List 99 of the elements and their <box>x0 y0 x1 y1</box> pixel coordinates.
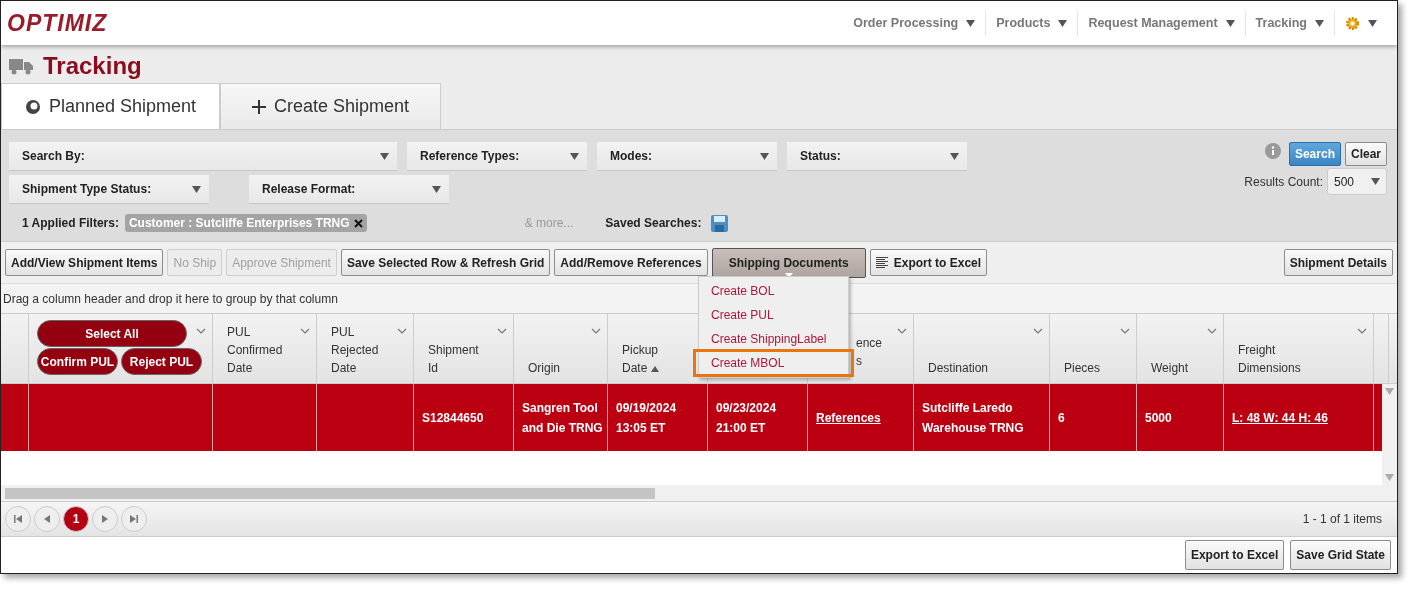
table-cell-text: 09/19/2024 13:05 ET <box>616 399 677 437</box>
tab[interactable]: Planned Shipment <box>1 83 220 129</box>
caret-icon <box>192 185 201 193</box>
caret-icon <box>1385 388 1394 395</box>
saved-searches-label: Saved Searches: <box>605 216 702 230</box>
caret-icon <box>1225 19 1235 27</box>
chevron-icon[interactable] <box>1033 328 1043 334</box>
column-header[interactable]: Freight Dimensions <box>1238 341 1301 377</box>
toolbar-button[interactable]: Add/View Shipment Items <box>5 249 164 276</box>
toolbar-button[interactable]: Save Selected Row & Refresh Grid <box>340 249 551 276</box>
page-title: Tracking <box>43 52 142 80</box>
filter-dropdown[interactable]: Release Format: <box>249 175 449 204</box>
pager-summary: 1 - 1 of 1 items <box>1302 512 1382 526</box>
chevron-icon[interactable] <box>497 328 507 334</box>
toolbar-button[interactable]: Add/Remove References <box>554 249 708 276</box>
truck-icon <box>9 57 33 75</box>
applied-filters-label: 1 Applied Filters: <box>22 216 119 230</box>
first-page-icon <box>14 515 22 523</box>
caret-icon <box>1385 474 1394 481</box>
nav-menu[interactable]: Tracking <box>1244 10 1334 36</box>
filter-dropdown[interactable]: Modes: <box>597 142 777 171</box>
confirm-pul-button[interactable]: Confirm PUL <box>37 348 118 375</box>
caret-icon <box>570 152 579 160</box>
previous-page-button[interactable] <box>34 506 60 532</box>
logo[interactable]: OPTIMIZ <box>7 9 108 37</box>
horizontal-scrollbar[interactable] <box>1 485 1397 501</box>
spinner-icon <box>24 98 41 115</box>
select-all-button[interactable]: Select All <box>37 320 187 347</box>
cell-link[interactable]: References <box>816 407 881 428</box>
column-header[interactable]: Pieces <box>1064 359 1101 377</box>
nav-menu[interactable]: Order Processing <box>843 10 986 36</box>
caret-icon <box>432 185 441 193</box>
caret-icon <box>1371 178 1380 185</box>
chevron-icon[interactable] <box>300 328 310 334</box>
results-count-select[interactable]: 500 <box>1327 168 1387 195</box>
page-button[interactable]: 1 <box>63 506 89 532</box>
vertical-scrollbar[interactable] <box>1382 384 1397 485</box>
export-button[interactable]: Export to Excel <box>869 249 988 276</box>
nav-menu[interactable]: Request Management <box>1077 10 1245 36</box>
caret-icon <box>760 152 769 160</box>
previous-page-icon <box>44 515 50 523</box>
footer-button[interactable]: Export to Excel <box>1184 540 1285 570</box>
column-header[interactable]: PUL Confirmed Date <box>227 323 283 377</box>
table-cell-text: Sangren Tool and Die TRNG <box>522 399 603 437</box>
column-header[interactable]: Origin <box>528 359 560 377</box>
column-header[interactable]: Weight <box>1151 359 1189 377</box>
next-page-button[interactable] <box>92 506 118 532</box>
table-cell-text: 09/23/2024 21:00 ET <box>716 399 777 437</box>
cell-link[interactable]: L: 48 W: 44 H: 46 <box>1232 407 1328 428</box>
caret-icon <box>966 19 976 27</box>
next-page-icon <box>102 515 108 523</box>
tab[interactable]: Create Shipment <box>220 83 441 129</box>
chevron-icon[interactable] <box>397 328 407 334</box>
column-header[interactable]: ence s <box>856 333 883 370</box>
caret-icon <box>1058 19 1068 27</box>
menu-item[interactable]: Create MBOL <box>695 351 852 375</box>
column-header[interactable]: Shipment Id <box>428 341 479 377</box>
footer-button[interactable]: Save Grid State <box>1290 540 1391 570</box>
chevron-icon[interactable] <box>897 328 907 334</box>
clear-button[interactable]: Clear <box>1344 142 1387 166</box>
lines-icon <box>875 257 888 268</box>
table-cell-text: S12844650 <box>422 409 484 427</box>
filter-dropdown[interactable]: Status: <box>787 142 967 171</box>
chevron-icon[interactable] <box>591 328 601 334</box>
table-cell-text: Sutcliffe Laredo Warehouse TRNG <box>922 399 1024 437</box>
caret-icon <box>950 152 959 160</box>
shipping-documents-button[interactable]: Shipping Documents <box>711 247 866 278</box>
caret-icon <box>380 152 389 160</box>
filter-dropdown[interactable]: Search By: <box>9 142 397 171</box>
filter-dropdown[interactable]: Reference Types: <box>407 142 587 171</box>
results-count-label: Results Count: <box>1244 174 1323 189</box>
chevron-icon[interactable] <box>1207 328 1217 334</box>
shipment-details-button[interactable]: Shipment Details <box>1283 249 1393 276</box>
column-header[interactable]: PUL Rejected Date <box>331 323 379 377</box>
filter-dropdown[interactable]: Shipment Type Status: <box>9 175 209 204</box>
gear-icon <box>1345 15 1360 31</box>
table-cell-text: 5000 <box>1145 409 1172 427</box>
caret-icon <box>1315 19 1324 27</box>
chevron-icon[interactable] <box>1357 328 1367 334</box>
last-page-button[interactable] <box>121 506 147 532</box>
last-page-icon <box>130 515 138 523</box>
table-row[interactable]: S12844650 Sangren Tool and Die TRNG 09/19/2024 13:05 ET 09/23/2024 21:00 ET References Sutcliffe Laredo Warehouse TRNG 6 5000 L: 48 W: 44 H: 46 <box>1 384 1382 451</box>
table-cell-text: 6 <box>1058 409 1065 427</box>
save-icon[interactable] <box>711 214 729 232</box>
chevron-icon[interactable] <box>1120 328 1130 334</box>
chevron-icon[interactable] <box>196 328 206 334</box>
column-header[interactable]: Pickup Date <box>622 341 660 377</box>
menu-item[interactable]: Create PUL <box>699 303 848 327</box>
caret-icon <box>1368 19 1377 27</box>
menu-item[interactable]: Create ShippingLabel <box>699 327 848 351</box>
info-icon[interactable] <box>1264 143 1281 159</box>
filter-chip-text: Customer : Sutcliffe Enterprises TRNG <box>128 216 350 230</box>
first-page-button[interactable] <box>5 506 31 532</box>
close-icon[interactable] <box>353 218 363 228</box>
menu-item[interactable]: Create BOL <box>699 279 848 303</box>
column-header[interactable]: Destination <box>928 359 989 377</box>
reject-pul-button[interactable]: Reject PUL <box>121 348 202 375</box>
nav-menu[interactable]: Products <box>985 10 1078 36</box>
plus-icon <box>251 99 266 114</box>
